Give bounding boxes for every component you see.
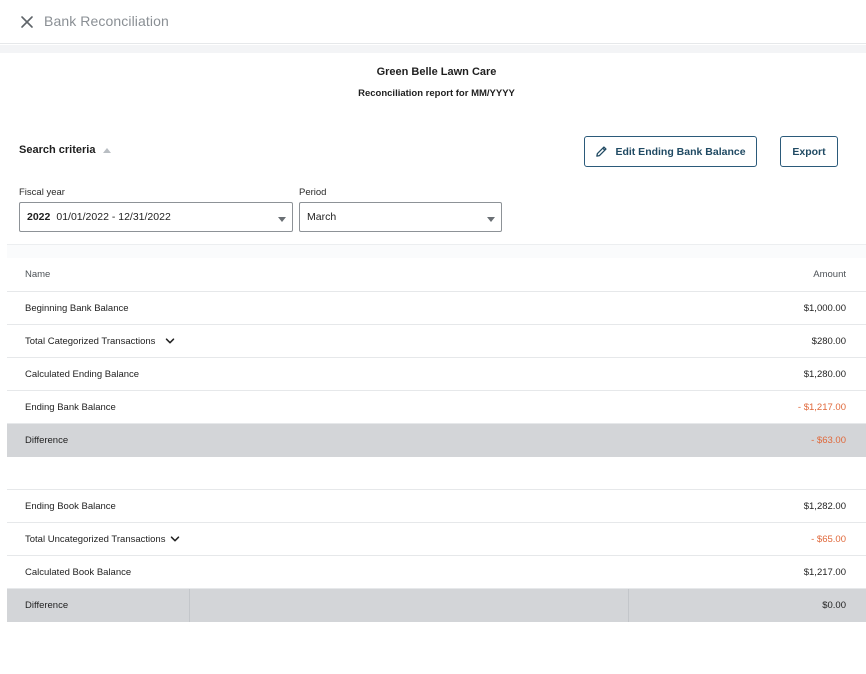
row-amount: - $65.00 xyxy=(811,533,846,545)
caret-up-icon xyxy=(103,147,112,153)
search-criteria-label: Search criteria xyxy=(19,144,96,156)
row-name: Total Categorized Transactions xyxy=(25,336,175,347)
row-amount: $0.00 xyxy=(822,600,846,611)
row-name: Ending Book Balance xyxy=(25,500,116,512)
report-subtitle: Reconciliation report for MM/YYYY xyxy=(358,88,515,99)
row-name: Beginning Bank Balance xyxy=(25,302,129,314)
table-spacer xyxy=(7,457,866,490)
edit-button-label: Edit Ending Bank Balance xyxy=(615,145,746,158)
row-amount: $1,282.00 xyxy=(803,500,846,512)
row-name-text: Total Uncategorized Transactions xyxy=(25,533,166,545)
section-divider xyxy=(7,244,866,258)
page-title: Bank Reconciliation xyxy=(44,13,169,29)
row-name: Calculated Book Balance xyxy=(25,566,132,578)
column-separator xyxy=(189,589,190,622)
table-row: Calculated Ending Balance $1,280.00 xyxy=(7,358,866,391)
period-value: March xyxy=(307,211,337,223)
table-row: Beginning Bank Balance $1,000.00 xyxy=(7,292,866,325)
row-amount: $1,217.00 xyxy=(803,566,846,578)
report-card: Green Belle Lawn Care Reconciliation rep… xyxy=(7,53,866,674)
table-row: Ending Book Balance $1,282.00 xyxy=(7,490,866,523)
fiscal-year-value: 2022 xyxy=(27,211,51,223)
row-name: Total Uncategorized Transactions xyxy=(25,534,180,545)
row-name: Difference xyxy=(25,435,69,446)
caret-down-icon xyxy=(487,217,495,222)
caret-down-icon xyxy=(278,217,286,222)
table-row: Total Uncategorized Transactions - $65.0… xyxy=(7,523,866,556)
close-icon[interactable] xyxy=(18,13,36,31)
difference-row: Difference $0.00 xyxy=(7,589,866,622)
fiscal-year-label: Fiscal year xyxy=(19,187,65,198)
page-gutter xyxy=(0,45,866,53)
company-name: Green Belle Lawn Care xyxy=(376,66,497,78)
row-amount: - $1,217.00 xyxy=(797,401,846,413)
reconciliation-table: Name Amount Beginning Bank Balance $1,00… xyxy=(7,258,866,622)
row-name: Ending Bank Balance xyxy=(25,401,116,413)
difference-row: Difference - $63.00 xyxy=(7,424,866,457)
row-amount: - $63.00 xyxy=(811,435,846,446)
period-select[interactable]: March xyxy=(299,202,502,232)
table-row: Total Categorized Transactions $280.00 xyxy=(7,325,866,358)
fiscal-year-select[interactable]: 2022 01/01/2022 - 12/31/2022 xyxy=(19,202,293,232)
row-amount: $1,000.00 xyxy=(803,302,846,314)
chevron-down-icon[interactable] xyxy=(170,534,180,544)
row-name: Difference xyxy=(25,600,69,611)
top-bar: Bank Reconciliation xyxy=(0,0,866,44)
row-amount: $1,280.00 xyxy=(803,368,846,380)
column-separator xyxy=(628,589,629,622)
table-row: Ending Bank Balance - $1,217.00 xyxy=(7,391,866,424)
chevron-down-icon[interactable] xyxy=(165,336,175,346)
search-criteria-toggle[interactable]: Search criteria xyxy=(19,144,112,156)
period-label: Period xyxy=(299,187,327,198)
edit-ending-bank-balance-button[interactable]: Edit Ending Bank Balance xyxy=(584,136,757,167)
column-header-amount: Amount xyxy=(813,269,846,280)
pencil-icon xyxy=(596,146,608,157)
table-row: Calculated Book Balance $1,217.00 xyxy=(7,556,866,589)
row-name-text: Total Categorized Transactions xyxy=(25,335,156,347)
row-amount: $280.00 xyxy=(811,335,846,347)
row-name: Calculated Ending Balance xyxy=(25,368,140,380)
export-button[interactable]: Export xyxy=(780,136,838,167)
column-header-name: Name xyxy=(25,269,51,280)
fiscal-year-range: 01/01/2022 - 12/31/2022 xyxy=(56,211,171,223)
table-header: Name Amount xyxy=(7,258,866,292)
